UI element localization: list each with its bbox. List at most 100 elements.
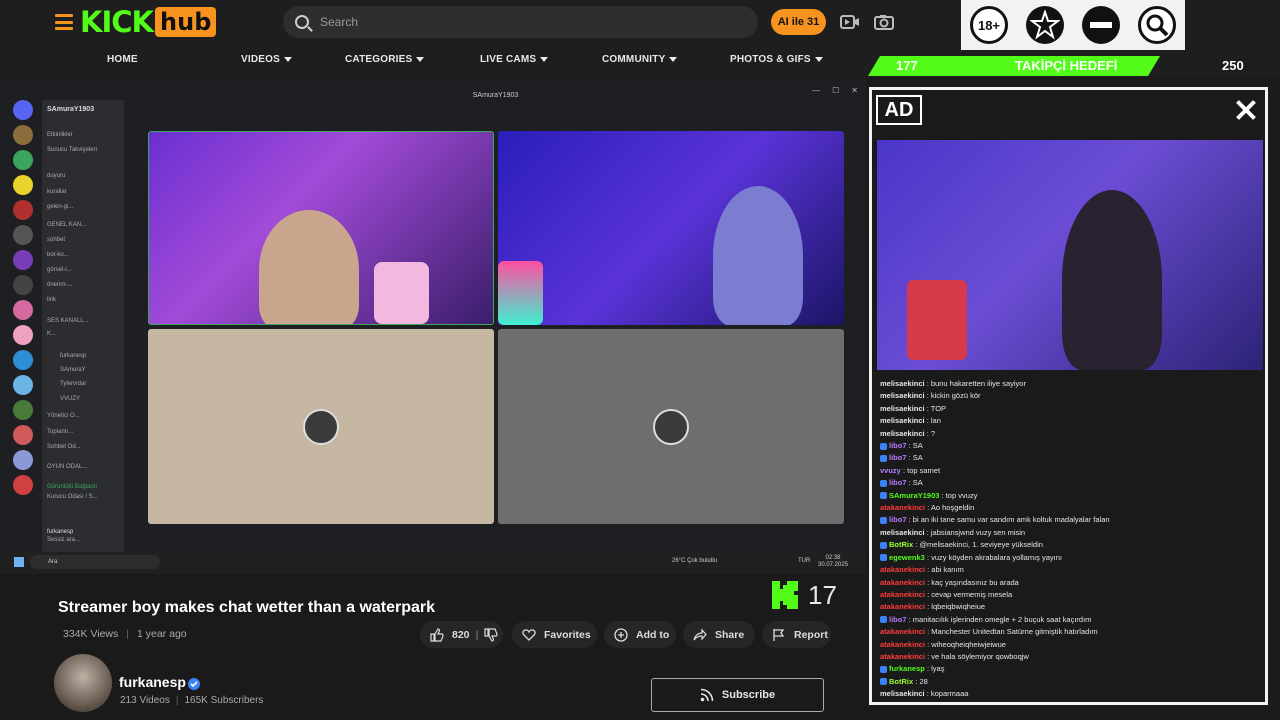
- favorites-button[interactable]: Favorites: [512, 621, 597, 648]
- channel-item[interactable]: Sunucu Takviyeleri: [47, 147, 97, 153]
- chat-username[interactable]: atakanekinci: [880, 627, 925, 636]
- server-icon[interactable]: [13, 325, 33, 345]
- server-icon[interactable]: [13, 175, 33, 195]
- chat-username[interactable]: atakanekinci: [880, 602, 925, 611]
- server-icon[interactable]: [13, 475, 33, 495]
- chat-username[interactable]: libo7: [889, 515, 907, 524]
- minus-circle-icon[interactable]: [1082, 6, 1120, 44]
- chat-username[interactable]: melisaekinci: [880, 404, 925, 413]
- thumbs-down-icon[interactable]: [484, 627, 499, 642]
- channel-category[interactable]: GENEL KAN...: [47, 222, 86, 228]
- zoom-icon[interactable]: [1138, 6, 1176, 44]
- chat-username[interactable]: melisaekinci: [880, 689, 925, 698]
- share-button[interactable]: Share: [683, 621, 755, 648]
- server-icon[interactable]: [13, 450, 33, 470]
- channel-category[interactable]: SES KANALL...: [47, 318, 89, 324]
- taskbar-search[interactable]: Ara: [30, 555, 160, 569]
- chat-username[interactable]: vvuzy: [880, 466, 901, 475]
- chat-username[interactable]: libo7: [889, 441, 907, 450]
- chat-username[interactable]: melisaekinci: [880, 379, 925, 388]
- server-icon[interactable]: [13, 250, 33, 270]
- channel-name[interactable]: furkanesp: [119, 674, 186, 690]
- channel-item[interactable]: duyuru: [47, 173, 65, 179]
- nav-videos[interactable]: VIDEOS: [241, 54, 292, 65]
- chat-username[interactable]: atakanekinci: [880, 578, 925, 587]
- server-icon[interactable]: [13, 350, 33, 370]
- nav-categories[interactable]: CATEGORIES: [345, 54, 425, 65]
- call-tile[interactable]: [148, 329, 494, 524]
- chat-username[interactable]: melisaekinci: [880, 416, 925, 425]
- channel-item[interactable]: görsel-i...: [47, 267, 72, 273]
- search-icon[interactable]: [295, 15, 309, 29]
- search-bar[interactable]: [283, 6, 758, 38]
- channel-item[interactable]: Toplantı...: [47, 429, 73, 435]
- chat-username[interactable]: libo7: [889, 453, 907, 462]
- chat-username[interactable]: melisaekinci: [880, 391, 925, 400]
- close-icon[interactable]: [1232, 96, 1260, 124]
- chat-username[interactable]: atakanekinci: [880, 640, 925, 649]
- ad-video[interactable]: [877, 140, 1263, 370]
- hamburger-menu-icon[interactable]: [55, 14, 73, 30]
- channel-item[interactable]: bot-ko...: [47, 252, 69, 258]
- chat-username[interactable]: egewenk3: [889, 553, 925, 562]
- channel-item[interactable]: sohbet: [47, 237, 65, 243]
- chat-username[interactable]: BotRix: [889, 540, 913, 549]
- star-burst-icon[interactable]: [1026, 6, 1064, 44]
- server-icon[interactable]: [13, 275, 33, 295]
- avatar[interactable]: [54, 654, 112, 712]
- video-player[interactable]: SAmuraY1903 — ☐ ✕ SAmuraY1903 Etkinlikle…: [0, 78, 866, 574]
- chat-username[interactable]: atakanekinci: [880, 652, 925, 661]
- channel-item[interactable]: Etkinlikler: [47, 132, 73, 138]
- chat-username[interactable]: atakanekinci: [880, 503, 925, 512]
- channel-item[interactable]: Sohbet Od...: [47, 444, 81, 450]
- chat-username[interactable]: SAmuraY1903: [889, 491, 939, 500]
- minimize-icon[interactable]: —: [812, 86, 820, 95]
- call-tile[interactable]: [498, 329, 844, 524]
- server-icon[interactable]: [13, 125, 33, 145]
- chat-username[interactable]: atakanekinci: [880, 590, 925, 599]
- chat-username[interactable]: furkanesp: [889, 664, 925, 673]
- server-icon[interactable]: [13, 225, 33, 245]
- channel-item[interactable]: kurallar: [47, 189, 67, 195]
- chat-username[interactable]: melisaekinci: [880, 429, 925, 438]
- call-tile[interactable]: [498, 131, 844, 325]
- nav-home[interactable]: HOME: [107, 54, 138, 65]
- channel-item[interactable]: Yönetici O...: [47, 413, 80, 419]
- site-logo[interactable]: KICK hub: [80, 6, 217, 38]
- 18-plus-icon[interactable]: 18+: [970, 6, 1008, 44]
- chat-username[interactable]: melisaekinci: [880, 528, 925, 537]
- chat-username[interactable]: atakanekinci: [880, 565, 925, 574]
- channel-category[interactable]: OYUN ODAL...: [47, 464, 87, 470]
- voice-channel[interactable]: K...: [47, 331, 56, 337]
- channel-item[interactable]: gelen-gi...: [47, 204, 73, 210]
- chat-username[interactable]: libo7: [889, 615, 907, 624]
- call-tile[interactable]: [148, 131, 494, 325]
- nav-live-cams[interactable]: LIVE CAMS: [480, 54, 549, 65]
- video-upload-icon[interactable]: [840, 14, 860, 30]
- discord-home-icon[interactable]: [13, 100, 33, 120]
- server-icon[interactable]: [13, 375, 33, 395]
- channel-item[interactable]: link: [47, 297, 56, 303]
- server-icon[interactable]: [13, 425, 33, 445]
- ai-badge-button[interactable]: AI ile 31: [771, 9, 826, 35]
- chat-message: atakanekinci : wiheoqheiqheiwjeiwue: [880, 639, 1006, 649]
- chat-username[interactable]: libo7: [889, 478, 907, 487]
- add-to-button[interactable]: Add to: [604, 621, 676, 648]
- camera-icon[interactable]: [874, 14, 894, 30]
- chat-username[interactable]: BotRix: [889, 677, 913, 686]
- server-icon[interactable]: [13, 200, 33, 220]
- nav-community[interactable]: COMMUNITY: [602, 54, 678, 65]
- server-name[interactable]: SAmuraY1903: [47, 106, 94, 113]
- thumbs-up-icon[interactable]: [430, 627, 444, 642]
- maximize-icon[interactable]: ☐: [832, 86, 839, 95]
- nav-photos-gifs[interactable]: PHOTOS & GIFS: [730, 54, 823, 65]
- subscribe-button[interactable]: Subscribe: [651, 678, 824, 712]
- search-input[interactable]: [320, 15, 720, 29]
- server-icon[interactable]: [13, 300, 33, 320]
- server-icon[interactable]: [13, 150, 33, 170]
- close-icon[interactable]: ✕: [851, 86, 858, 95]
- channel-item[interactable]: önerim-...: [47, 282, 72, 288]
- windows-start-icon[interactable]: [14, 557, 24, 567]
- server-icon[interactable]: [13, 400, 33, 420]
- report-button[interactable]: Report: [762, 621, 831, 648]
